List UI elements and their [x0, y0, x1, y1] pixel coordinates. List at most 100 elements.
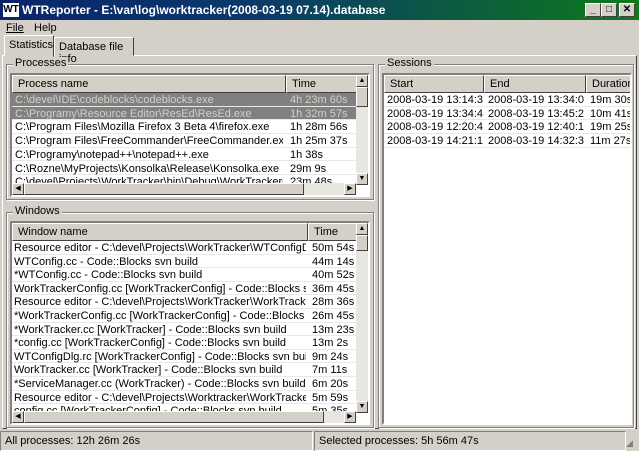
table-row[interactable]: Resource editor - C:\devel\Projects\Work…	[12, 295, 358, 309]
cell: 2008-03-19 12:40:10	[488, 121, 584, 134]
processes-vertical-scrollbar[interactable]: ▲ ▼	[356, 75, 368, 185]
cell: WorkTracker.cc [WorkTracker] - Code::Blo…	[14, 364, 283, 377]
scroll-right-icon[interactable]: ▶	[344, 183, 356, 195]
windows-horizontal-scrollbar[interactable]: ◀ ▶	[12, 411, 356, 423]
scroll-thumb[interactable]	[24, 411, 324, 423]
cell: Resource editor - C:\devel\Projects\Work…	[14, 296, 306, 309]
table-row[interactable]: C:\Rozne\MyProjects\Konsolka\Release\Kon…	[12, 162, 358, 176]
cell: C:\Programy\Resource Editor\ResEd\ResEd.…	[15, 107, 252, 120]
scroll-thumb[interactable]	[24, 183, 304, 195]
cell: 29m 9s	[290, 162, 327, 175]
table-row[interactable]: C:\devel\IDE\codeblocks\codeblocks.exe 4h…	[12, 93, 358, 107]
tab-database-file-info[interactable]: Database file info	[54, 37, 134, 65]
close-button[interactable]: ✕	[619, 3, 635, 17]
table-row[interactable]: Resource editor - C:\devel\Projects\Work…	[12, 391, 358, 405]
table-row[interactable]: *config.cc [WorkTrackerConfig] - Code::B…	[12, 336, 358, 350]
table-row[interactable]: 2008-03-19 12:20:44 2008-03-19 12:40:10 19…	[384, 120, 632, 135]
table-row[interactable]: *WTConfig.cc - Code::Blocks svn build 40m…	[12, 268, 358, 282]
cell: *config.cc [WorkTrackerConfig] - Code::B…	[14, 337, 287, 350]
table-row[interactable]: 2008-03-19 14:21:10 2008-03-19 14:32:38 11…	[384, 134, 632, 148]
scroll-down-icon[interactable]: ▼	[356, 173, 368, 185]
table-row[interactable]: *ServiceManager.cc (WorkTracker) - Code:…	[12, 377, 358, 391]
processes-horizontal-scrollbar[interactable]: ◀ ▶	[12, 183, 356, 195]
menu-help[interactable]: Help	[34, 22, 57, 34]
cell: 4h 23m 60s	[290, 94, 348, 106]
cell: Resource editor - C:\devel\Projects\Work…	[14, 242, 306, 254]
table-row[interactable]: C:\Program Files\Mozilla Firefox 3 Beta …	[12, 120, 358, 135]
cell: C:\devel\IDE\codeblocks\codeblocks.exe	[15, 94, 214, 106]
tab-statistics[interactable]: Statistics	[4, 35, 54, 57]
sessions-group: Sessions Start End Duration 2008-03-19 1…	[378, 57, 634, 428]
cell: 1h 32m 57s	[290, 107, 348, 120]
table-row[interactable]: C:\Programy\Resource Editor\ResEd\ResEd.…	[12, 106, 358, 121]
cell: 2008-03-19 13:34:07	[488, 94, 584, 106]
cell: C:\Programy\notepad++\notepad++.exe	[15, 148, 209, 161]
column-process-name[interactable]: Process name	[12, 75, 286, 93]
cell: Resource editor - C:\devel\Projects\Work…	[14, 391, 306, 404]
processes-list[interactable]: Process name Time C:\devel\IDE\codeblock…	[10, 73, 370, 197]
windows-list[interactable]: Window name Time Resource editor - C:\de…	[10, 221, 370, 425]
cell: 2008-03-19 13:14:37	[387, 94, 483, 106]
cell: 2008-03-19 13:45:22	[488, 107, 584, 120]
scroll-up-icon[interactable]: ▲	[356, 223, 368, 235]
scroll-thumb[interactable]	[356, 87, 368, 107]
maximize-button[interactable]: □	[601, 3, 617, 17]
cell: *WTConfig.cc - Code::Blocks svn build	[14, 269, 203, 282]
table-row[interactable]: WTConfigDlg.rc [WorkTrackerConfig] - Cod…	[12, 350, 358, 364]
sessions-list[interactable]: Start End Duration 2008-03-19 13:14:37 20…	[382, 73, 632, 425]
table-row[interactable]: WorkTracker.cc [WorkTracker] - Code::Blo…	[12, 363, 358, 377]
cell: *WorkTracker.cc [WorkTracker] - Code::Bl…	[14, 323, 287, 336]
table-row[interactable]: *WorkTracker.cc [WorkTracker] - Code::Bl…	[12, 323, 358, 337]
app-logo-icon: WT	[3, 3, 19, 17]
table-row[interactable]: 2008-03-19 13:14:37 2008-03-19 13:34:07 19…	[384, 93, 632, 107]
cell: 2008-03-19 13:34:41	[387, 107, 483, 120]
cell: 1h 25m 37s	[290, 135, 348, 148]
scroll-down-icon[interactable]: ▼	[356, 401, 368, 413]
windows-vertical-scrollbar[interactable]: ▲ ▼	[356, 223, 368, 413]
menu-file[interactable]: File	[6, 22, 24, 34]
cell: 11m 27s	[590, 135, 632, 148]
table-row[interactable]: 2008-03-19 13:34:41 2008-03-19 13:45:22 10…	[384, 107, 632, 121]
cell: 1h 38s	[290, 148, 324, 161]
scroll-thumb[interactable]	[356, 235, 368, 251]
windows-group: Windows Window name Time Resource editor…	[6, 205, 374, 428]
window-title: WTReporter - E:\var\log\worktracker(2008…	[22, 3, 386, 17]
column-end[interactable]: End	[484, 75, 586, 93]
table-row[interactable]: WTConfig.cc - Code::Blocks svn build 44m …	[12, 255, 358, 269]
cell: 1h 28m 56s	[290, 121, 348, 134]
column-time[interactable]: Time	[286, 75, 366, 93]
table-row[interactable]: C:\Programy\notepad++\notepad++.exe 1h 38…	[12, 148, 358, 162]
minimize-button[interactable]: _	[585, 3, 601, 17]
cell: 2008-03-19 14:21:10	[387, 135, 483, 148]
cell: WTConfig.cc - Code::Blocks svn build	[14, 255, 199, 268]
scroll-up-icon[interactable]: ▲	[356, 75, 368, 87]
scroll-left-icon[interactable]: ◀	[12, 411, 24, 423]
cell: 19m 30s	[590, 94, 632, 106]
column-start[interactable]: Start	[384, 75, 484, 93]
table-row[interactable]: Resource editor - C:\devel\Projects\Work…	[12, 241, 358, 255]
processes-label: Processes	[13, 57, 69, 69]
windows-label: Windows	[13, 205, 62, 217]
resize-grip-icon[interactable]: ◢	[626, 438, 633, 449]
column-window-name[interactable]: Window name	[12, 223, 308, 241]
sessions-label: Sessions	[385, 57, 434, 69]
column-duration[interactable]: Duration	[586, 75, 630, 93]
table-row[interactable]: *WorkTrackerConfig.cc [WorkTrackerConfig…	[12, 309, 358, 323]
cell: WTConfigDlg.rc [WorkTrackerConfig] - Cod…	[14, 350, 306, 363]
cell: 19m 25s	[590, 121, 632, 134]
status-selected-processes: Selected processes: 5h 56m 47s	[314, 431, 626, 451]
cell: 2008-03-19 14:32:38	[488, 135, 584, 148]
table-row[interactable]: C:\Program Files\FreeCommander\FreeComma…	[12, 134, 358, 148]
cell: C:\Rozne\MyProjects\Konsolka\Release\Kon…	[15, 162, 280, 175]
cell: *WorkTrackerConfig.cc [WorkTrackerConfig…	[14, 310, 306, 322]
cell: 10m 41s	[590, 107, 632, 120]
cell: 2008-03-19 12:20:44	[387, 121, 483, 134]
title-bar: WT WTReporter - E:\var\log\worktracker(2…	[0, 0, 639, 20]
cell: C:\Program Files\Mozilla Firefox 3 Beta …	[15, 121, 270, 134]
scroll-right-icon[interactable]: ▶	[344, 411, 356, 423]
cell: WorkTrackerConfig.cc [WorkTrackerConfig]…	[14, 282, 306, 295]
processes-group: Processes Process name Time C:\devel\IDE…	[6, 57, 374, 200]
table-row[interactable]: WorkTrackerConfig.cc [WorkTrackerConfig]…	[12, 282, 358, 296]
status-all-processes: All processes: 12h 26m 26s	[0, 431, 313, 451]
scroll-left-icon[interactable]: ◀	[12, 183, 24, 195]
